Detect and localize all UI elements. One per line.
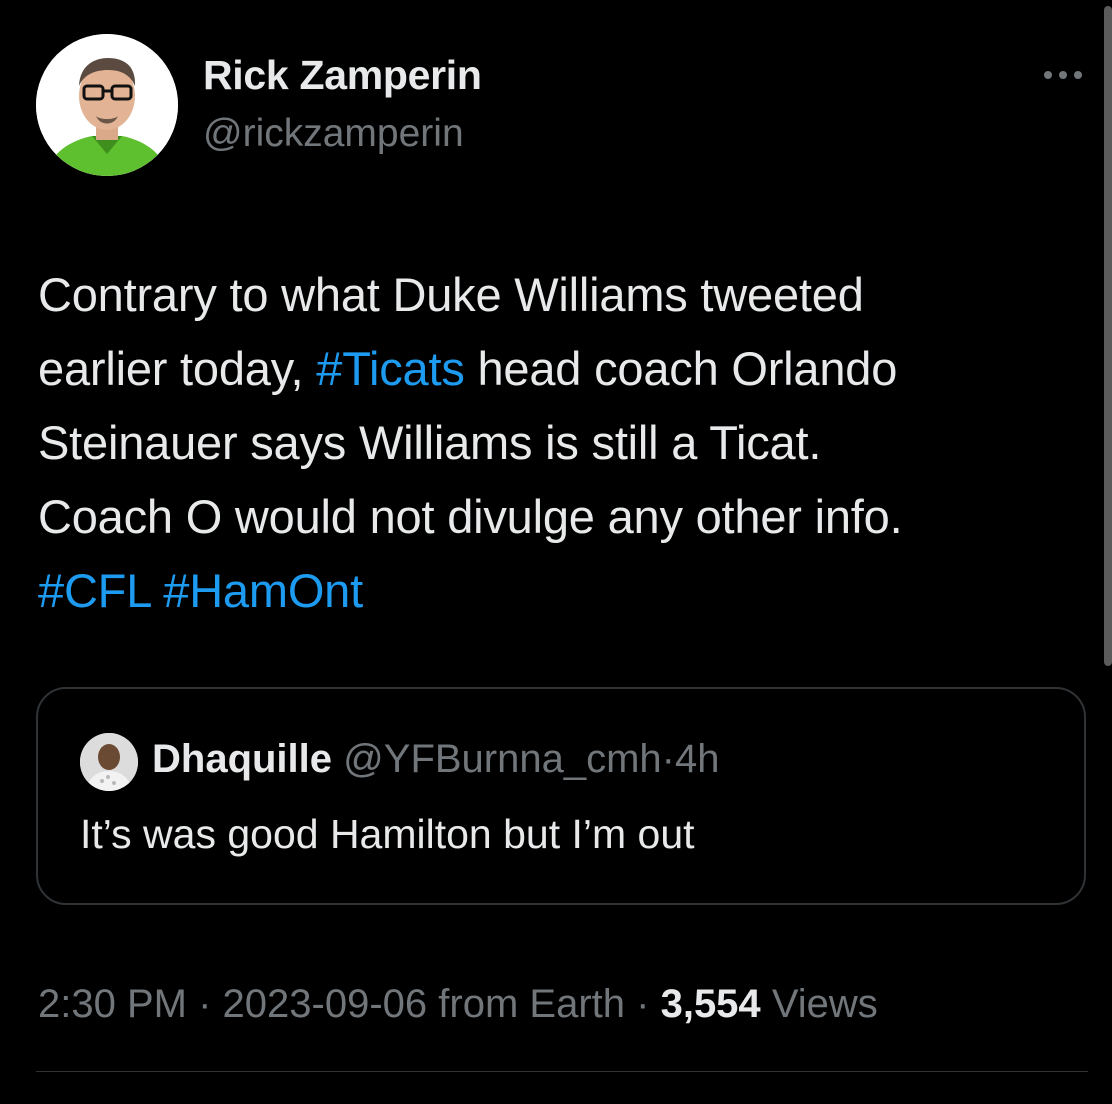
divider — [36, 1071, 1088, 1072]
hashtag-hamont[interactable]: #HamOnt — [163, 564, 363, 617]
quoted-tweet-time[interactable]: 4h — [675, 737, 720, 781]
tweet-text-line: Contrary to what Duke Williams tweeted — [38, 268, 864, 321]
author-avatar[interactable] — [36, 34, 178, 176]
quoted-tweet-text: It’s was good Hamilton but I’m out — [80, 811, 695, 857]
separator-dot: · — [661, 737, 675, 781]
author-handle[interactable]: @rickzamperin — [203, 112, 464, 156]
tweet-date[interactable]: 2023-09-06 — [223, 982, 428, 1026]
tweet-text-line: Coach O would not divulge any other info… — [38, 490, 903, 543]
tweet-text-line: earlier today, #Ticats head coach Orland… — [38, 332, 1078, 406]
tweet-meta: 2:30 PM · 2023-09-06 from Earth · 3,554 … — [38, 982, 878, 1027]
tweet-text-line: #CFL #HamOnt — [38, 554, 1078, 628]
views-count: 3,554 — [660, 982, 761, 1026]
quoted-author-name[interactable]: Dhaquille — [152, 737, 332, 781]
tweet-time[interactable]: 2:30 PM — [38, 982, 187, 1026]
tweet-text-segment: earlier today, — [38, 342, 317, 395]
tweet-text: Contrary to what Duke Williams tweeted e… — [38, 258, 1078, 628]
hashtag-cfl[interactable]: #CFL — [38, 564, 151, 617]
hashtag-ticats[interactable]: #Ticats — [316, 342, 465, 395]
tweet-text-line: Steinauer says Williams is still a Ticat… — [38, 416, 822, 469]
quoted-tweet-header: Dhaquille @YFBurnna_cmh·4h — [152, 737, 720, 782]
quoted-tweet[interactable]: Dhaquille @YFBurnna_cmh·4h It’s was good… — [36, 687, 1086, 905]
views-label: Views — [771, 982, 878, 1026]
author-display-name[interactable]: Rick Zamperin — [203, 52, 482, 99]
scrollbar[interactable] — [1104, 6, 1112, 666]
quoted-author-avatar[interactable] — [80, 733, 138, 791]
more-horizontal-icon[interactable] — [1040, 62, 1086, 88]
tweet-detail: Rick Zamperin @rickzamperin Contrary to … — [0, 0, 1112, 1104]
separator-dot: · — [636, 982, 650, 1026]
separator-dot: · — [198, 982, 212, 1026]
quoted-author-handle[interactable]: @YFBurnna_cmh — [343, 737, 662, 781]
tweet-source: from Earth — [438, 982, 625, 1026]
tweet-text-segment: head coach Orlando — [464, 342, 898, 395]
